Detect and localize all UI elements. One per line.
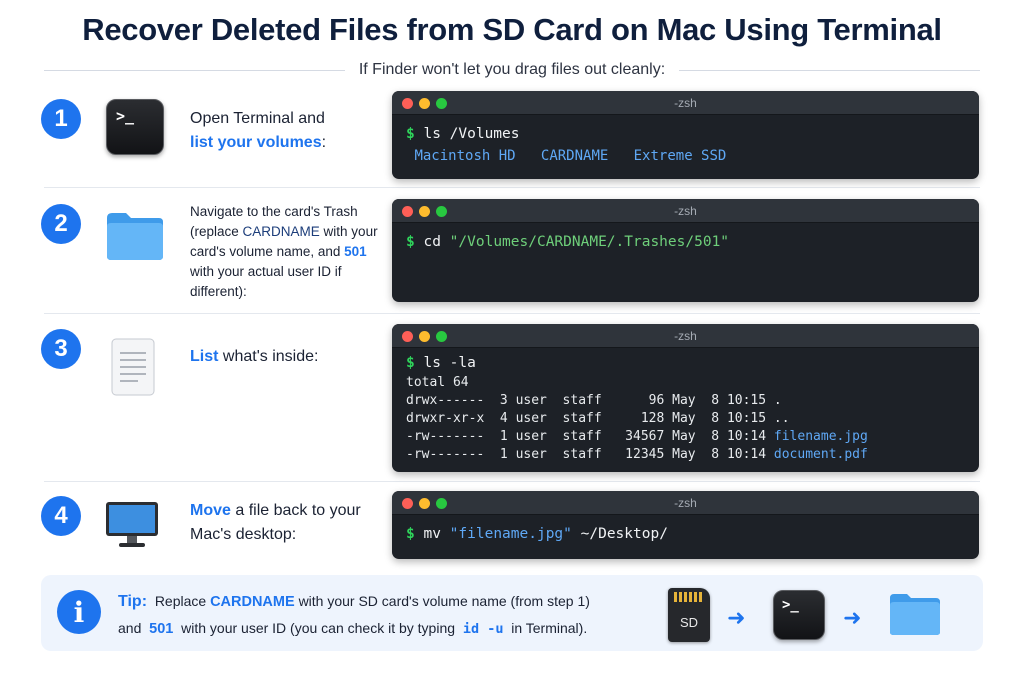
- file-name: document.pdf: [773, 447, 868, 462]
- terminal-app-icon: >_: [106, 99, 164, 155]
- tip-line-2: and 501 with your user ID (you can check…: [118, 620, 587, 637]
- step-number-1: 1: [41, 99, 81, 139]
- terminal-window-2[interactable]: -zsh $ cd "/Volumes/CARDNAME/.Trashes/50…: [392, 199, 979, 302]
- tip-line-1: Tip: Replace CARDNAME with your SD card'…: [118, 593, 590, 611]
- command-line: $ cd "/Volumes/CARDNAME/.Trashes/501": [406, 231, 965, 253]
- desktop-monitor-icon: [106, 502, 158, 547]
- page-title: Recover Deleted Files from SD Card on Ma…: [82, 12, 942, 47]
- command-line: $ ls /Volumes: [406, 123, 965, 145]
- file-name: filename.jpg: [773, 429, 868, 444]
- tip-text: with your user ID (you can check it by t…: [181, 620, 456, 636]
- terminal-titlebar: -zsh: [392, 491, 979, 515]
- terminal-title: -zsh: [674, 496, 697, 510]
- divider: [44, 69, 345, 71]
- subtitle: If Finder won't let you drag files out c…: [358, 61, 666, 78]
- tip-box: i Tip: Replace CARDNAME with your SD car…: [41, 575, 983, 651]
- step-2-cardname: CARDNAME: [242, 224, 320, 239]
- step-1-text: Open Terminal and list your volumes:: [190, 107, 380, 155]
- listing-total: total 64: [406, 375, 469, 390]
- prompt-symbol: $: [406, 126, 415, 142]
- volume-list: Macintosh HD CARDNAME Extreme SSD: [406, 145, 965, 167]
- prompt-symbol: $: [406, 234, 415, 250]
- listing-row: drwx------ 3 user staff 96 May 8 10:15 .: [406, 393, 782, 408]
- step-2-userid: 501: [344, 244, 367, 259]
- tip-text: with your SD card's volume name (from st…: [298, 593, 590, 609]
- command-text: ls -la: [423, 355, 476, 371]
- terminal-title: -zsh: [674, 96, 697, 110]
- step-1-tail: :: [321, 134, 327, 151]
- listing-row: -rw------- 1 user staff 12345 May 8 10:1…: [406, 447, 868, 462]
- volume-item: Macintosh HD: [414, 148, 516, 164]
- tip-text: and: [118, 620, 142, 636]
- tip-lead: Tip:: [118, 593, 148, 610]
- terminal-window-4[interactable]: -zsh $ mv "filename.jpg" ~/Desktop/: [392, 491, 979, 559]
- prompt-symbol: $: [406, 355, 415, 371]
- step-2-text-e: with your actual user ID if different):: [190, 264, 342, 299]
- terminal-titlebar: -zsh: [392, 199, 979, 223]
- command-destination: ~/Desktop/: [580, 526, 668, 542]
- terminal-window-1[interactable]: -zsh $ ls /Volumes Macintosh HD CARDNAME…: [392, 91, 979, 179]
- terminal-title: -zsh: [674, 204, 697, 218]
- step-3-text-plain: what's inside:: [218, 348, 319, 365]
- document-icon: [111, 338, 155, 396]
- command-line: $ mv "filename.jpg" ~/Desktop/: [406, 523, 965, 545]
- row-divider: [44, 187, 980, 188]
- command-text: cd: [423, 234, 441, 250]
- volume-item: CARDNAME: [540, 148, 609, 164]
- command-text: ls /Volumes: [423, 126, 520, 142]
- command-line: $ ls -la: [406, 352, 965, 374]
- command-argument: "filename.jpg": [449, 526, 572, 542]
- terminal-app-icon: >_: [773, 590, 825, 640]
- arrow-right-icon: ➜: [843, 605, 862, 630]
- step-4-highlight: Move: [190, 502, 231, 519]
- listing-row: -rw------- 1 user staff 34567 May 8 10:1…: [406, 429, 868, 444]
- prompt-symbol: $: [406, 526, 415, 542]
- arrow-right-icon: ➜: [727, 605, 746, 630]
- sd-card-icon: SD: [668, 588, 710, 642]
- step-1-text-plain: Open Terminal and: [190, 110, 325, 127]
- step-number-4: 4: [41, 496, 81, 536]
- listing-row: drwxr-xr-x 4 user staff 128 May 8 10:15 …: [406, 411, 790, 426]
- step-2-text: Navigate to the card's Trash (replace CA…: [190, 202, 382, 302]
- folder-icon: [107, 213, 163, 260]
- sd-card-label: SD: [679, 615, 699, 630]
- row-divider: [44, 481, 980, 482]
- command-text: mv: [423, 526, 441, 542]
- tip-keyword: 501: [149, 621, 174, 637]
- row-divider: [44, 313, 980, 314]
- step-3-highlight: List: [190, 348, 219, 365]
- terminal-titlebar: -zsh: [392, 91, 979, 115]
- terminal-titlebar: -zsh: [392, 324, 979, 348]
- step-4-text: Move a file back to your Mac's desktop:: [190, 499, 380, 547]
- folder-icon: [890, 594, 940, 635]
- step-number-3: 3: [41, 329, 81, 369]
- subtitle-row: If Finder won't let you drag files out c…: [44, 58, 981, 82]
- step-1-highlight: list your volumes: [190, 134, 322, 151]
- tip-text: Replace: [154, 593, 207, 609]
- volume-item: Extreme SSD: [633, 148, 727, 164]
- command-argument: "/Volumes/CARDNAME/.Trashes/501": [449, 234, 730, 250]
- terminal-title: -zsh: [674, 329, 697, 343]
- step-number-2: 2: [41, 204, 81, 244]
- info-icon: i: [57, 590, 101, 634]
- tip-command: id -u: [462, 621, 504, 637]
- divider: [679, 69, 981, 71]
- terminal-window-3[interactable]: -zsh $ ls -la total 64 drwx------ 3 user…: [392, 324, 979, 472]
- step-3-text: List what's inside:: [190, 345, 380, 369]
- tip-keyword: CARDNAME: [210, 594, 295, 610]
- tip-text: in Terminal).: [511, 620, 588, 636]
